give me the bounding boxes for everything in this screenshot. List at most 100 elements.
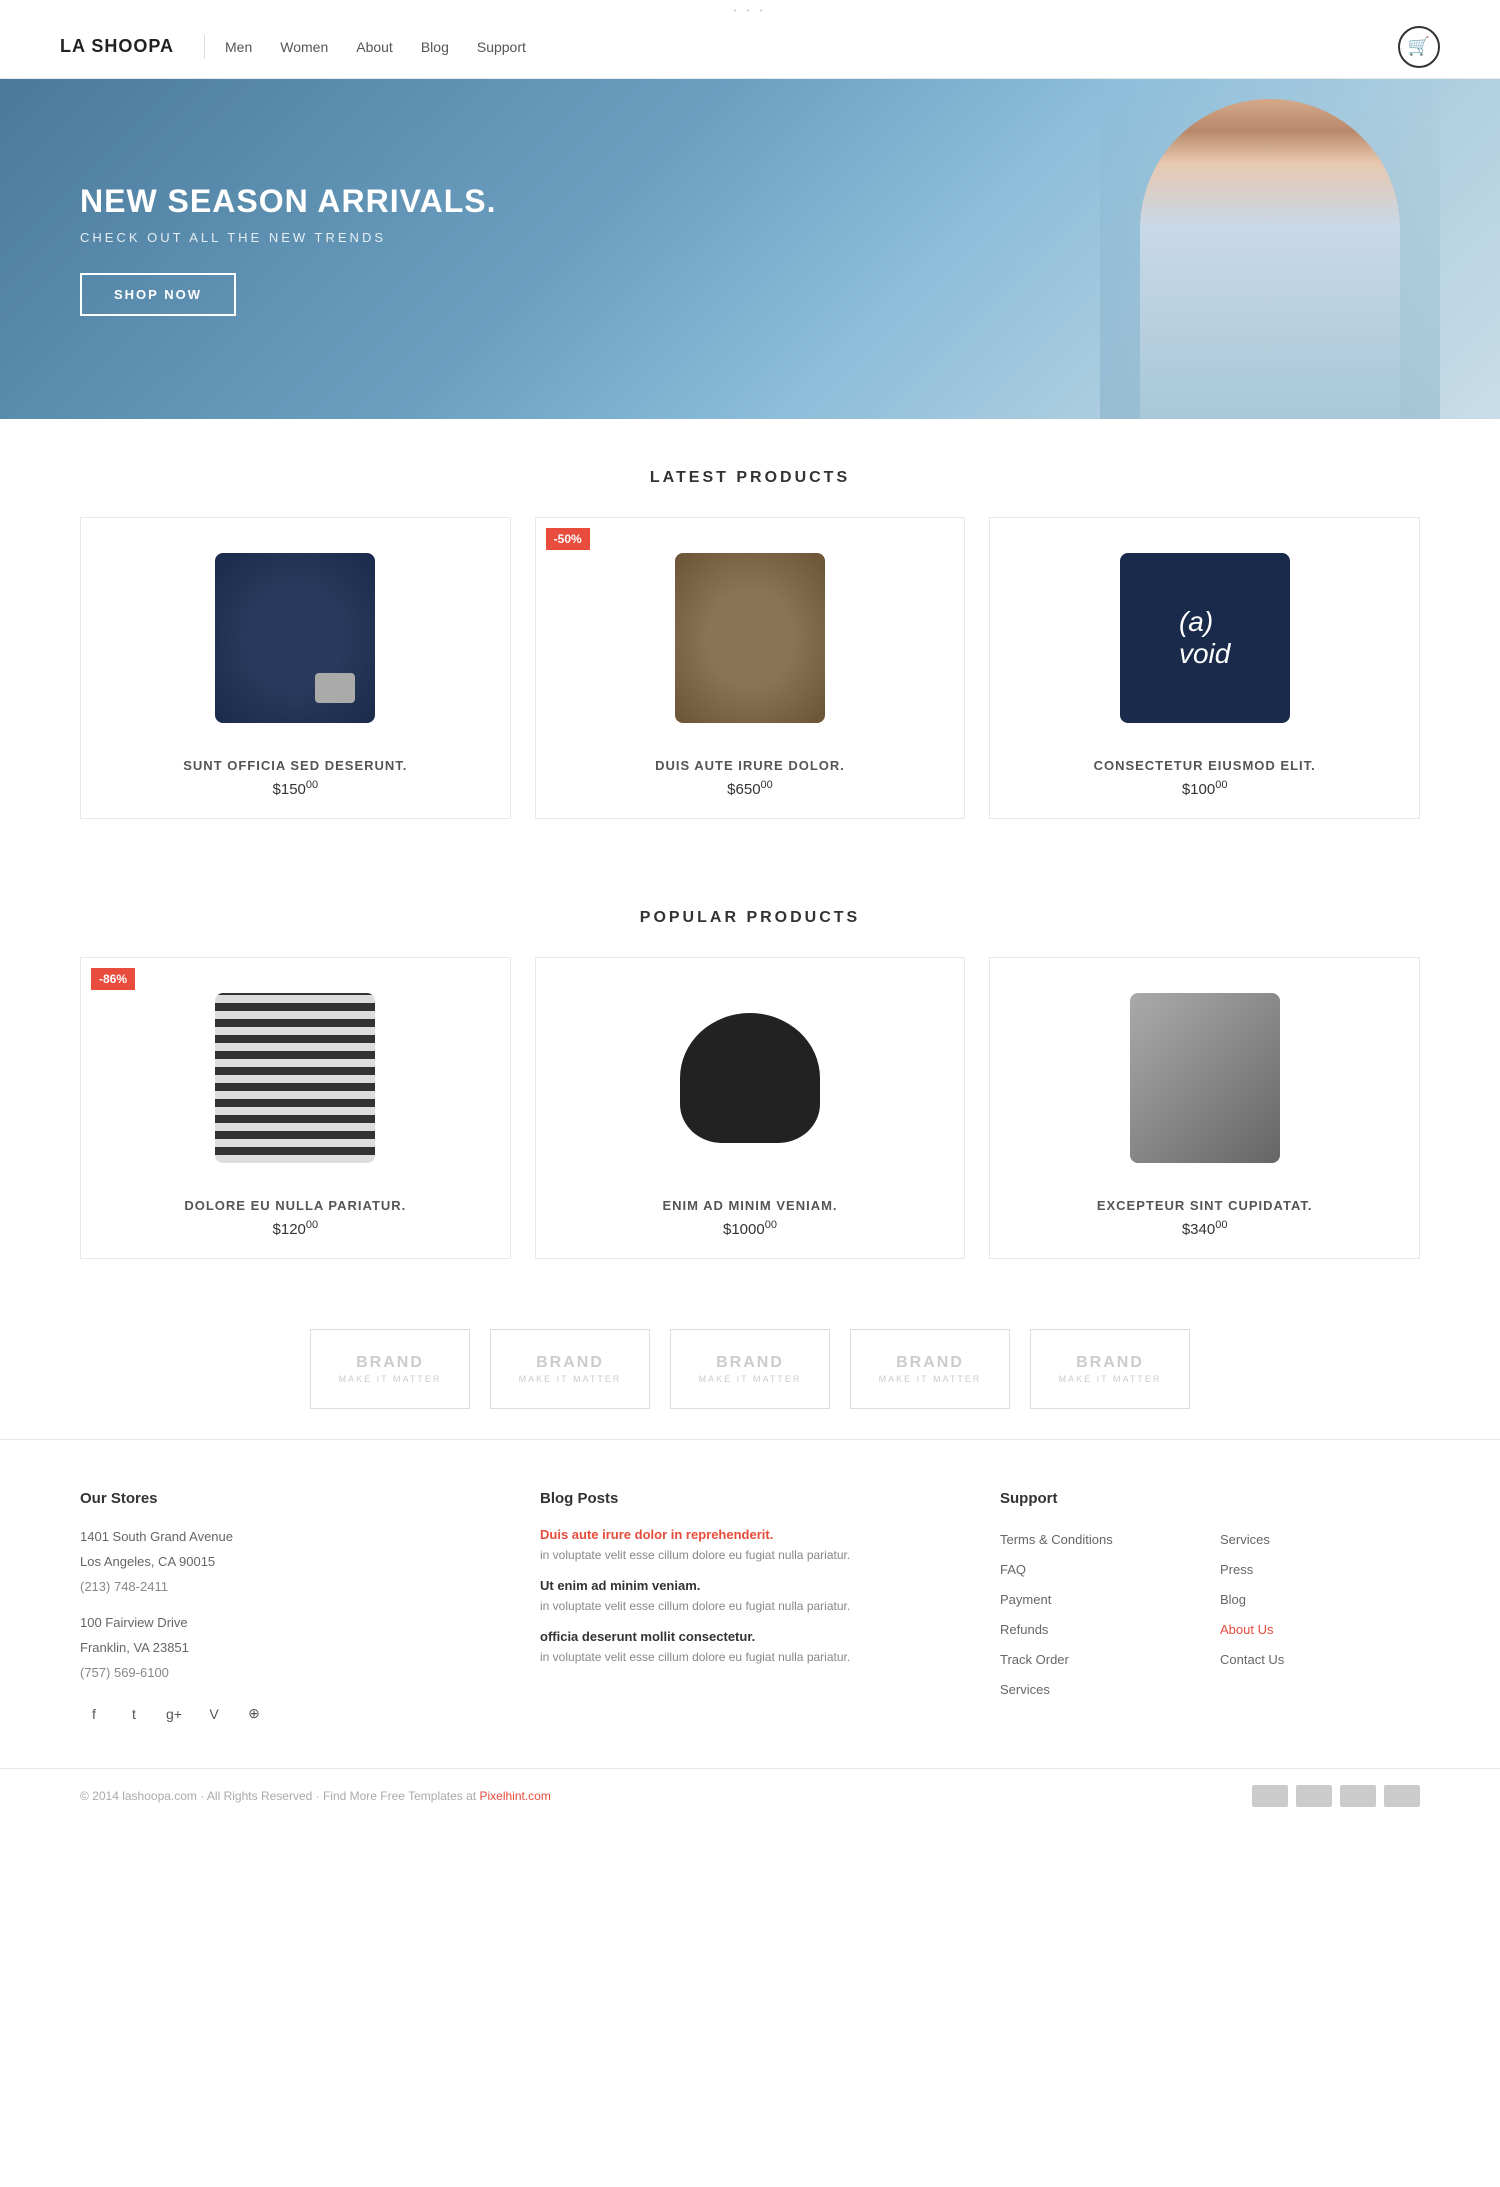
footer-main: Our Stores 1401 South Grand Avenue Los A… <box>0 1439 1500 1768</box>
product-price-2: $65000 <box>556 779 945 798</box>
bag-img <box>680 1013 820 1143</box>
social-twitter[interactable]: t <box>120 1700 148 1728</box>
top-dots: • • • <box>0 0 1500 15</box>
product-name-2: DUIS AUTE IRURE DOLOR. <box>556 758 945 773</box>
brand-5[interactable]: BRAND MAKE IT MATTER <box>1030 1329 1190 1409</box>
brand-2[interactable]: BRAND MAKE IT MATTER <box>490 1329 650 1409</box>
support-services[interactable]: Services <box>1000 1677 1200 1703</box>
support-press[interactable]: Press <box>1220 1557 1420 1583</box>
nav-about[interactable]: About <box>356 39 393 55</box>
hero-subtitle: CHECK OUT ALL THE NEW TRENDS <box>80 230 496 245</box>
blog-title-3[interactable]: officia deserunt mollit consectetur. <box>540 1629 960 1644</box>
popular-price-2: $100000 <box>556 1219 945 1238</box>
support-services2[interactable]: Services <box>1220 1527 1420 1553</box>
nav-women[interactable]: Women <box>280 39 328 55</box>
support-track[interactable]: Track Order <box>1000 1647 1200 1673</box>
footer: Our Stores 1401 South Grand Avenue Los A… <box>0 1439 1500 1823</box>
product-price-1: $15000 <box>101 779 490 798</box>
cart-button[interactable]: 🛒 <box>1398 26 1440 68</box>
latest-products-section: LATEST PRODUCTS SUNT OFFICIA SED DESERUN… <box>0 419 1500 859</box>
popular-price-3: $34000 <box>1010 1219 1399 1238</box>
popular-badge-1: -86% <box>91 968 135 990</box>
shop-now-button[interactable]: SHOP NOW <box>80 273 236 316</box>
pixelhint-link[interactable]: Pixelhint.com <box>479 1789 550 1803</box>
site-logo[interactable]: LA SHOOPA <box>60 36 174 57</box>
hero-section: NEW SEASON ARRIVALS. CHECK OUT ALL THE N… <box>0 79 1500 419</box>
popular-image-2 <box>556 978 945 1178</box>
payment-icon-2 <box>1296 1785 1332 1807</box>
footer-support: Support Terms & Conditions Services FAQ … <box>1000 1490 1420 1728</box>
nav-blog[interactable]: Blog <box>421 39 449 55</box>
store1-line2: Los Angeles, CA 90015 <box>80 1552 500 1573</box>
brand-3[interactable]: BRAND MAKE IT MATTER <box>670 1329 830 1409</box>
popular-products-grid: -86% DOLORE EU NULLA PARIATUR. $12000 EN… <box>80 957 1420 1259</box>
brands-section: BRAND MAKE IT MATTER BRAND MAKE IT MATTE… <box>0 1299 1500 1439</box>
product-name-3: CONSECTETUR EIUSMOD ELIT. <box>1010 758 1399 773</box>
payment-icon-4 <box>1384 1785 1420 1807</box>
popular-image-1 <box>101 978 490 1178</box>
social-vimeo[interactable]: V <box>200 1700 228 1728</box>
product-image-2 <box>556 538 945 738</box>
blog-title-1[interactable]: Duis aute irure dolor in reprehenderit. <box>540 1527 960 1542</box>
social-facebook[interactable]: f <box>80 1700 108 1728</box>
sweater1-img <box>215 553 375 723</box>
support-refunds[interactable]: Refunds <box>1000 1617 1200 1643</box>
support-terms[interactable]: Terms & Conditions <box>1000 1527 1200 1553</box>
store1-phone: (213) 748-2411 <box>80 1577 500 1598</box>
popular-products-section: POPULAR PRODUCTS -86% DOLORE EU NULLA PA… <box>0 859 1500 1299</box>
store2-phone: (757) 569-6100 <box>80 1663 500 1684</box>
nav-men[interactable]: Men <box>225 39 252 55</box>
support-heading: Support <box>1000 1490 1420 1507</box>
support-contact[interactable]: Contact Us <box>1220 1647 1420 1673</box>
payment-icon-1 <box>1252 1785 1288 1807</box>
product-image-3: (a)void <box>1010 538 1399 738</box>
social-icons: f t g+ V ⊕ <box>80 1700 500 1728</box>
support-links: Terms & Conditions Services FAQ Press Pa… <box>1000 1527 1420 1703</box>
brand-sub-5: MAKE IT MATTER <box>1059 1374 1162 1384</box>
store2-line2: Franklin, VA 23851 <box>80 1638 500 1659</box>
popular-card-2[interactable]: ENIM AD MINIM VENIAM. $100000 <box>535 957 966 1259</box>
brand-1[interactable]: BRAND MAKE IT MATTER <box>310 1329 470 1409</box>
blog-text-3: in voluptate velit esse cillum dolore eu… <box>540 1648 960 1666</box>
blog-title-2[interactable]: Ut enim ad minim veniam. <box>540 1578 960 1593</box>
support-about-us[interactable]: About Us <box>1220 1617 1420 1643</box>
store2-line1: 100 Fairview Drive <box>80 1613 500 1634</box>
blog-heading: Blog Posts <box>540 1490 960 1507</box>
hero-image <box>1100 79 1440 419</box>
void-img: (a)void <box>1120 553 1290 723</box>
footer-blog: Blog Posts Duis aute irure dolor in repr… <box>540 1490 960 1728</box>
popular-card-1[interactable]: -86% DOLORE EU NULLA PARIATUR. $12000 <box>80 957 511 1259</box>
footer-copyright: © 2014 lashoopa.com · All Rights Reserve… <box>80 1789 551 1803</box>
brand-label-2: BRAND <box>536 1354 604 1372</box>
cart-icon: 🛒 <box>1408 36 1430 57</box>
product-price-3: $10000 <box>1010 779 1399 798</box>
main-nav: Men Women About Blog Support <box>225 39 1398 55</box>
brand-sub-2: MAKE IT MATTER <box>519 1374 622 1384</box>
brand-label-1: BRAND <box>356 1354 424 1372</box>
popular-card-3[interactable]: EXCEPTEUR SINT CUPIDATAT. $34000 <box>989 957 1420 1259</box>
support-payment[interactable]: Payment <box>1000 1587 1200 1613</box>
social-googleplus[interactable]: g+ <box>160 1700 188 1728</box>
jacket-img <box>675 553 825 723</box>
nav-support[interactable]: Support <box>477 39 526 55</box>
payment-icons <box>1252 1785 1420 1807</box>
brand-sub-3: MAKE IT MATTER <box>699 1374 802 1384</box>
brand-4[interactable]: BRAND MAKE IT MATTER <box>850 1329 1010 1409</box>
product-image-1 <box>101 538 490 738</box>
popular-name-2: ENIM AD MINIM VENIAM. <box>556 1198 945 1213</box>
blog-text-2: in voluptate velit esse cillum dolore eu… <box>540 1597 960 1615</box>
cardigan-img <box>1130 993 1280 1163</box>
social-rss[interactable]: ⊕ <box>240 1700 268 1728</box>
popular-image-3 <box>1010 978 1399 1178</box>
support-faq[interactable]: FAQ <box>1000 1557 1200 1583</box>
product-card-1[interactable]: SUNT OFFICIA SED DESERUNT. $15000 <box>80 517 511 819</box>
brand-sub-4: MAKE IT MATTER <box>879 1374 982 1384</box>
stores-heading: Our Stores <box>80 1490 500 1507</box>
popular-products-title: POPULAR PRODUCTS <box>80 909 1420 927</box>
product-card-3[interactable]: (a)void CONSECTETUR EIUSMOD ELIT. $10000 <box>989 517 1420 819</box>
brand-sub-1: MAKE IT MATTER <box>339 1374 442 1384</box>
brand-label-4: BRAND <box>896 1354 964 1372</box>
footer-bottom: © 2014 lashoopa.com · All Rights Reserve… <box>0 1768 1500 1823</box>
support-blog[interactable]: Blog <box>1220 1587 1420 1613</box>
product-card-2[interactable]: -50% DUIS AUTE IRURE DOLOR. $65000 <box>535 517 966 819</box>
